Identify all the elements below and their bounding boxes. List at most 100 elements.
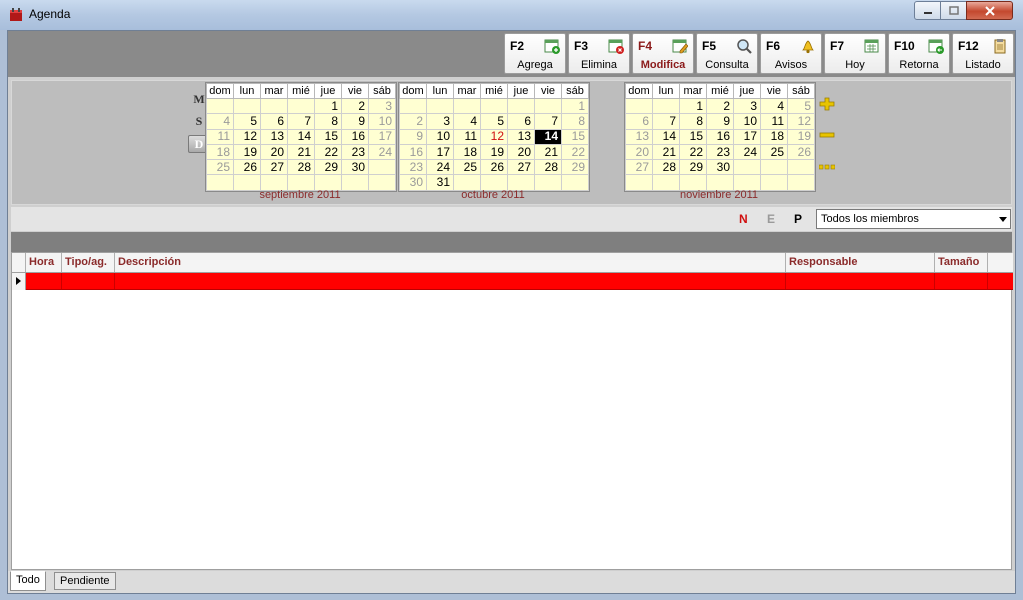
day-cell[interactable]: 5 bbox=[787, 97, 815, 115]
day-cell[interactable] bbox=[507, 97, 535, 115]
day-cell[interactable] bbox=[733, 159, 761, 176]
consulta-button[interactable]: F5 Consulta bbox=[696, 33, 758, 74]
day-cell[interactable] bbox=[534, 97, 562, 115]
day-cell[interactable]: 29 bbox=[679, 159, 707, 176]
day-cell[interactable]: 30 bbox=[399, 174, 427, 191]
day-cell[interactable] bbox=[625, 97, 653, 115]
retorna-button[interactable]: F10 Retorna bbox=[888, 33, 950, 74]
day-cell[interactable]: 1 bbox=[314, 97, 342, 115]
day-cell[interactable]: 6 bbox=[260, 113, 288, 130]
day-cell[interactable] bbox=[760, 159, 788, 176]
row-pointer-icon[interactable] bbox=[12, 273, 26, 290]
day-cell[interactable] bbox=[652, 97, 680, 115]
minimize-button[interactable] bbox=[914, 1, 941, 20]
day-cell[interactable]: 23 bbox=[399, 159, 427, 176]
day-cell[interactable] bbox=[233, 97, 261, 115]
day-cell[interactable]: 12 bbox=[787, 113, 815, 130]
day-cell[interactable] bbox=[480, 97, 508, 115]
day-cell[interactable] bbox=[426, 97, 454, 115]
day-cell[interactable]: 6 bbox=[507, 113, 535, 130]
day-cell[interactable]: 20 bbox=[625, 143, 653, 161]
maximize-button[interactable] bbox=[940, 1, 967, 20]
column-header-tamano[interactable]: Tamaño bbox=[935, 253, 988, 272]
day-cell[interactable] bbox=[453, 174, 481, 191]
day-cell[interactable]: 9 bbox=[399, 128, 427, 145]
day-cell[interactable]: 27 bbox=[507, 159, 535, 176]
day-cell[interactable] bbox=[534, 174, 562, 191]
day-cell[interactable]: 3 bbox=[426, 113, 454, 130]
day-cell[interactable]: 11 bbox=[206, 128, 234, 145]
day-cell[interactable]: 8 bbox=[561, 113, 589, 130]
day-cell[interactable]: 13 bbox=[260, 128, 288, 145]
filter-p-button[interactable]: P bbox=[794, 212, 802, 226]
day-cell[interactable] bbox=[652, 174, 680, 191]
day-cell[interactable] bbox=[314, 174, 342, 191]
modifica-button[interactable]: F4 Modifica bbox=[632, 33, 694, 74]
day-cell[interactable]: 7 bbox=[652, 113, 680, 130]
add-icon[interactable] bbox=[819, 97, 835, 111]
day-cell[interactable] bbox=[760, 174, 788, 191]
day-cell[interactable]: 9 bbox=[341, 113, 369, 130]
day-cell[interactable] bbox=[733, 174, 761, 191]
column-header-descripcion[interactable]: Descripción bbox=[115, 253, 786, 272]
day-cell[interactable]: 15 bbox=[561, 128, 589, 145]
day-cell[interactable]: 24 bbox=[368, 143, 396, 161]
day-cell[interactable] bbox=[368, 174, 396, 191]
hoy-button[interactable]: F7 Hoy bbox=[824, 33, 886, 74]
day-cell[interactable]: 22 bbox=[314, 143, 342, 161]
day-cell[interactable]: 24 bbox=[426, 159, 454, 176]
close-button[interactable] bbox=[966, 1, 1013, 20]
day-cell[interactable]: 10 bbox=[368, 113, 396, 130]
day-cell[interactable]: 10 bbox=[426, 128, 454, 145]
day-cell[interactable]: 21 bbox=[652, 143, 680, 161]
day-cell[interactable]: 4 bbox=[453, 113, 481, 130]
day-cell[interactable] bbox=[206, 97, 234, 115]
day-cell[interactable]: 25 bbox=[206, 159, 234, 176]
day-cell[interactable]: 1 bbox=[561, 97, 589, 115]
day-cell[interactable]: 12 bbox=[480, 128, 508, 145]
day-cell[interactable]: 22 bbox=[561, 143, 589, 161]
agrega-button[interactable]: F2 Agrega bbox=[504, 33, 566, 74]
day-cell[interactable]: 16 bbox=[706, 128, 734, 145]
day-cell[interactable]: 21 bbox=[287, 143, 315, 161]
day-cell[interactable]: 16 bbox=[399, 143, 427, 161]
elimina-button[interactable]: F3 Elimina bbox=[568, 33, 630, 74]
day-cell[interactable]: 10 bbox=[733, 113, 761, 130]
day-cell[interactable]: 12 bbox=[233, 128, 261, 145]
day-cell[interactable]: 28 bbox=[534, 159, 562, 176]
table-cell[interactable] bbox=[935, 273, 988, 289]
table-cell[interactable] bbox=[786, 273, 935, 289]
day-cell[interactable] bbox=[625, 174, 653, 191]
day-cell[interactable]: 5 bbox=[480, 113, 508, 130]
day-cell[interactable]: 28 bbox=[652, 159, 680, 176]
table-cell[interactable] bbox=[62, 273, 115, 289]
day-cell[interactable] bbox=[679, 174, 707, 191]
day-cell[interactable]: 18 bbox=[206, 143, 234, 161]
day-cell[interactable] bbox=[561, 174, 589, 191]
day-cell[interactable]: 4 bbox=[206, 113, 234, 130]
filter-n-button[interactable]: N bbox=[739, 212, 748, 226]
listado-button[interactable]: F12 Listado bbox=[952, 33, 1014, 74]
day-cell[interactable]: 5 bbox=[233, 113, 261, 130]
day-cell[interactable]: 19 bbox=[233, 143, 261, 161]
day-cell[interactable]: 13 bbox=[507, 128, 535, 145]
day-cell[interactable] bbox=[233, 174, 261, 191]
day-cell[interactable]: 17 bbox=[733, 128, 761, 145]
day-cell[interactable]: 3 bbox=[733, 97, 761, 115]
day-cell[interactable]: 14 bbox=[287, 128, 315, 145]
day-cell[interactable]: 6 bbox=[625, 113, 653, 130]
day-cell[interactable]: 21 bbox=[534, 143, 562, 161]
day-cell[interactable]: 26 bbox=[787, 143, 815, 161]
day-cell[interactable] bbox=[260, 174, 288, 191]
day-cell[interactable]: 14 bbox=[652, 128, 680, 145]
day-cell[interactable] bbox=[260, 97, 288, 115]
day-cell[interactable]: 30 bbox=[706, 159, 734, 176]
day-cell[interactable] bbox=[399, 97, 427, 115]
remove-icon[interactable] bbox=[819, 128, 835, 142]
day-cell[interactable]: 13 bbox=[625, 128, 653, 145]
day-cell[interactable]: 15 bbox=[679, 128, 707, 145]
tab-pendiente[interactable]: Pendiente bbox=[54, 572, 116, 590]
table-row[interactable] bbox=[26, 273, 1013, 290]
day-cell[interactable] bbox=[507, 174, 535, 191]
day-cell[interactable]: 25 bbox=[453, 159, 481, 176]
